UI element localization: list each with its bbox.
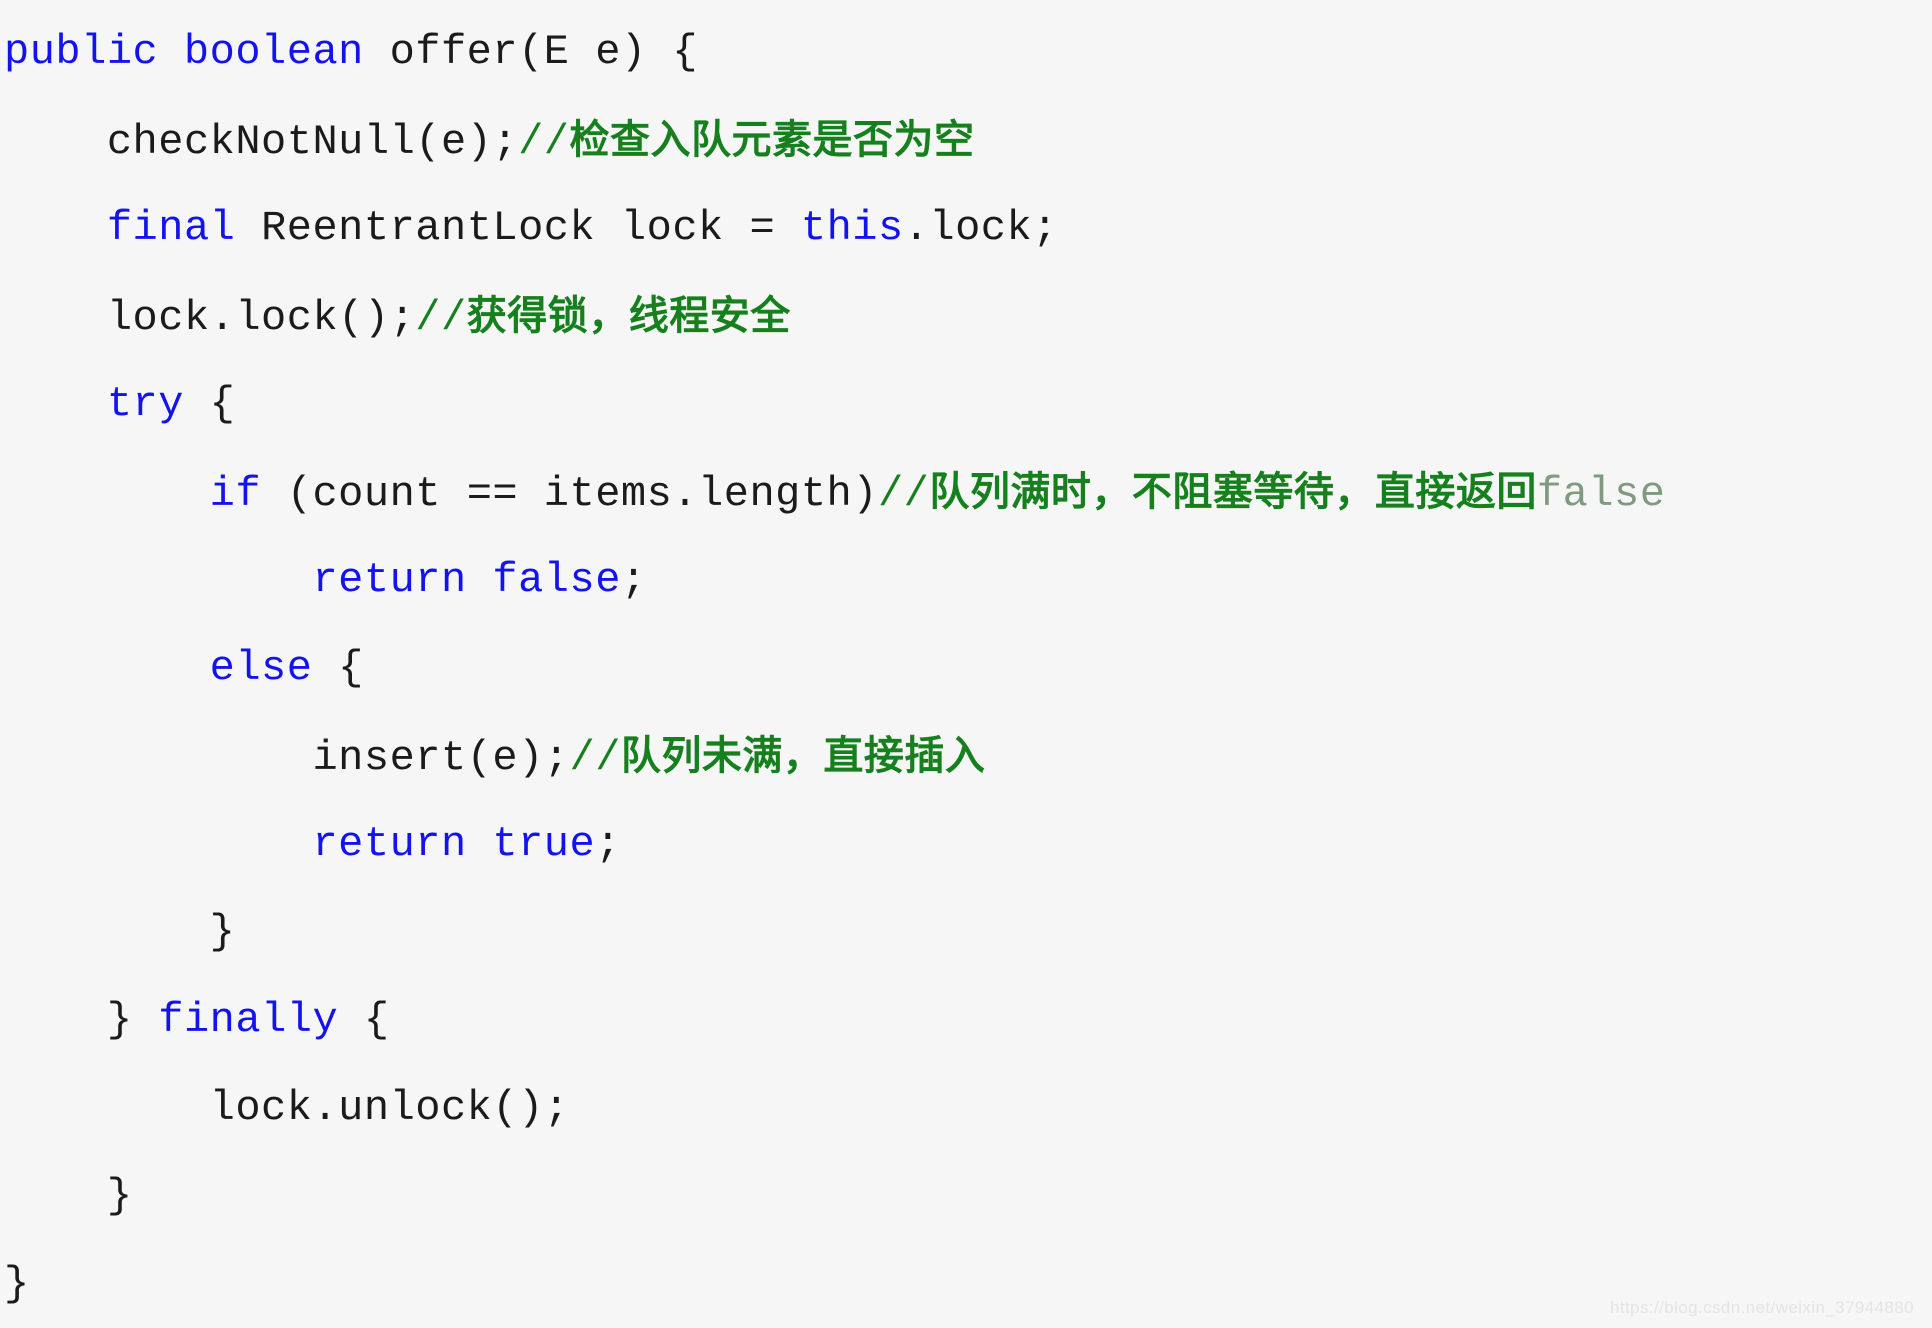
code-token-keyword: finally [158,996,339,1044]
code-line: else { [0,624,1932,712]
code-token-keyword: try [106,380,184,428]
code-line: lock.lock();//获得锁，线程安全 [0,272,1932,360]
code-line: } finally { [0,976,1932,1064]
code-token-keyword: final [106,204,236,252]
code-token-comment-dim: false [1536,470,1666,518]
code-token-plain: } [4,1260,30,1308]
code-token-plain: } [106,1172,133,1220]
code-snippet-surface: public boolean offer(E e) { checkNotNull… [0,0,1932,1328]
code-line: } [0,888,1932,976]
code-token-plain: ReentrantLock lock = [235,204,801,252]
code-token-comment: // [518,118,570,166]
code-token-keyword: this [800,204,904,252]
code-token-comment: // [877,470,930,518]
code-token-comment: 检查入队元素是否为空 [569,117,975,163]
code-line: lock.unlock(); [0,1064,1932,1152]
code-line: try { [0,360,1932,448]
code-token-keyword: if [209,470,262,518]
code-token-keyword: public boolean [4,28,364,76]
code-token-plain: checkNotNull(e); [106,118,519,166]
code-line: return true; [0,800,1932,888]
code-token-keyword: return false [312,556,621,604]
code-token-plain: ; [620,556,647,604]
code-line: final ReentrantLock lock = this.lock; [0,184,1932,272]
code-token-plain: lock.lock(); [106,294,416,342]
code-token-plain: lock.unlock(); [209,1084,570,1132]
code-line: insert(e);//队列未满，直接插入 [0,712,1932,800]
code-token-plain: } [209,908,236,956]
code-token-comment: 获得锁，线程安全 [466,293,791,339]
code-token-plain: { [338,996,390,1044]
code-token-plain: insert(e); [312,734,570,782]
code-line: return false; [0,536,1932,624]
code-token-comment: 队列未满，直接插入 [620,733,986,779]
code-token-comment: // [415,294,467,342]
code-line: } [0,1152,1932,1240]
code-token-plain: ; [595,820,621,868]
watermark-text: https://blog.csdn.net/weixin_37944880 [1609,1298,1914,1317]
code-token-comment: // [569,734,621,782]
code-token-plain: } [106,996,159,1044]
code-token-comment: 队列满时，不阻塞等待，直接返回 [929,469,1537,515]
code-token-keyword: else [209,644,313,692]
code-token-plain: { [312,644,364,692]
code-token-plain: offer(E e) { [363,28,699,76]
code-block: public boolean offer(E e) { checkNotNull… [0,8,1932,1328]
code-line: checkNotNull(e);//检查入队元素是否为空 [0,96,1932,184]
code-line: public boolean offer(E e) { [0,8,1932,96]
code-line: if (count == items.length)//队列满时，不阻塞等待，直… [0,448,1932,536]
code-token-keyword: return true [312,820,596,868]
code-token-plain: .lock; [903,204,1058,252]
code-token-plain: (count == items.length) [261,470,878,518]
code-token-plain: { [183,380,236,428]
